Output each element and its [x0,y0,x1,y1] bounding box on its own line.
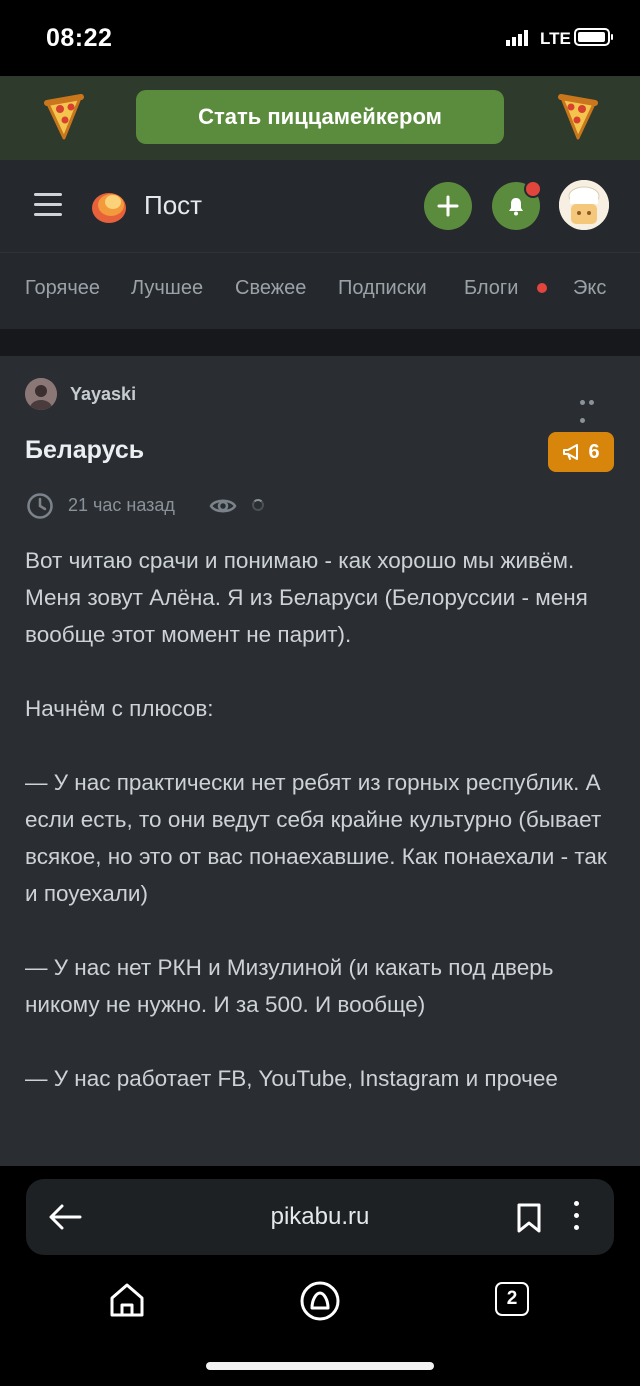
signal-icon [506,30,528,46]
plus-icon [437,195,459,217]
user-avatar[interactable] [559,180,609,230]
pikabu-logo[interactable] [86,184,128,226]
address-bar[interactable]: pikabu.ru [26,1179,614,1255]
author-avatar[interactable] [25,378,57,410]
tab-best[interactable]: Лучшее [131,277,203,300]
network-type: LTE [540,29,571,48]
rating-badge[interactable]: 6 [548,432,614,472]
avatar-image [25,378,57,410]
menu-icon[interactable] [34,193,62,217]
post-paragraph: Вот читаю срачи и понимаю - как хорошо м… [25,548,588,647]
tab-fresh[interactable]: Свежее [235,277,306,300]
tabs-count-button[interactable]: 2 [495,1282,529,1316]
app-header: Пост [0,160,640,252]
assistant-icon[interactable] [299,1280,341,1322]
page-title: Пост [144,190,203,220]
more-options-icon[interactable] [580,392,606,423]
eye-icon [209,499,237,513]
clock-icon [27,493,53,519]
post-body: Вот читаю срачи и понимаю - как хорошо м… [25,542,625,1134]
become-pizzamaker-button[interactable]: Стать пиццамейкером [136,90,504,144]
browser-bar: pikabu.ru 2 [0,1166,640,1386]
notifications-button[interactable] [492,180,542,230]
add-post-button[interactable] [424,182,472,230]
status-bar: 08:22 LTE [0,0,640,76]
tab-extra[interactable]: Экс [573,277,606,300]
chef-avatar-icon [559,180,609,230]
megaphone-icon [563,444,579,460]
notification-badge [524,180,542,198]
pizza-icon [44,94,84,140]
post-paragraph: — У нас нет РКН и Мизулиной (и какать по… [25,955,554,1017]
views-loading-spinner [252,499,264,511]
post-title[interactable]: Беларусь [25,436,144,465]
bookmark-icon[interactable] [516,1203,542,1233]
battery-icon [574,28,613,46]
pizza-icon [558,94,598,140]
post-card: Yayaski Беларусь 6 21 час назад Вот чита… [0,356,640,1166]
bell-icon [509,198,523,216]
rating-value: 6 [588,440,600,463]
status-time: 08:22 [46,24,113,52]
post-paragraph: — У нас работает FB, YouTube, Instagram … [25,1066,558,1091]
tab-hot[interactable]: Горячее [25,277,100,300]
post-paragraph: Начнём с плюсов: [25,696,214,721]
tab-subscriptions[interactable]: Подписки [338,277,427,300]
tab-blogs[interactable]: Блоги [464,277,518,300]
author-name[interactable]: Yayaski [70,384,136,405]
browser-menu-icon[interactable] [574,1201,580,1237]
post-time: 21 час назад [68,495,175,515]
home-indicator [206,1362,434,1370]
promo-banner: Стать пиццамейкером [0,76,640,160]
blogs-new-indicator [537,283,547,293]
home-icon[interactable] [108,1281,146,1319]
post-paragraph: — У нас практически нет ребят из горных … [25,770,607,906]
